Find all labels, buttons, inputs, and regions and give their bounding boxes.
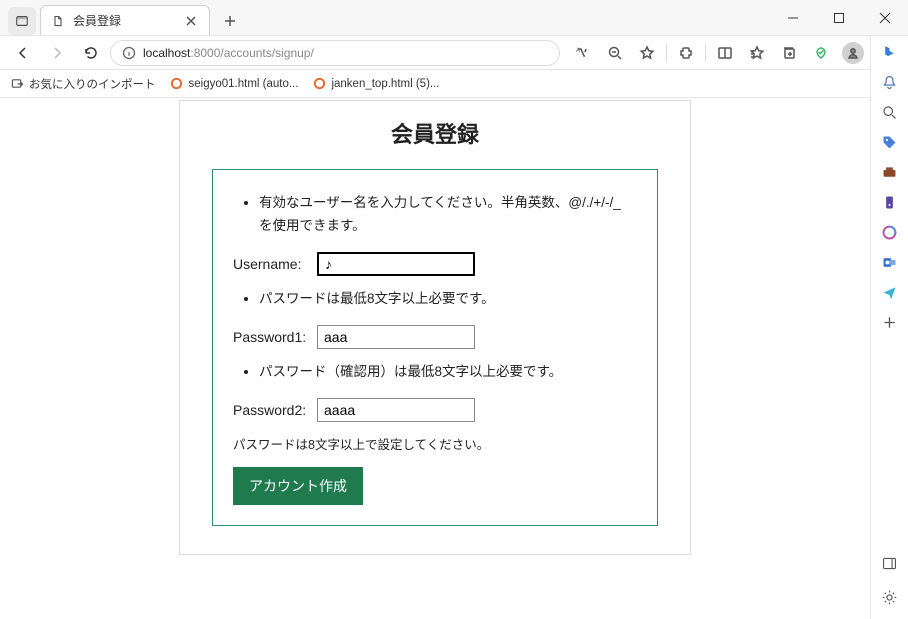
label-password1: Password1: <box>233 329 311 345</box>
read-aloud-icon[interactable]: A <box>568 39 598 67</box>
import-favorites-button[interactable]: お気に入りのインポート <box>10 76 156 92</box>
error-username: 有効なユーザー名を入力してください。半角英数、@/./+/-/_ を使用できます… <box>259 192 637 238</box>
office-icon[interactable] <box>880 222 900 242</box>
favorites-icon[interactable] <box>742 39 772 67</box>
new-tab-button[interactable] <box>216 7 244 35</box>
label-username: Username: <box>233 256 311 272</box>
extensions-icon[interactable] <box>671 39 701 67</box>
refresh-button[interactable] <box>76 39 106 67</box>
browser-toolbar: localhost:8000/accounts/signup/ A <box>0 36 908 70</box>
sidebar-toggle-icon[interactable] <box>880 553 900 573</box>
tab-close-icon[interactable] <box>183 13 199 29</box>
import-icon <box>10 77 24 91</box>
password2-input[interactable] <box>317 398 475 422</box>
profile-avatar[interactable] <box>838 39 868 67</box>
svg-text:A: A <box>576 48 580 54</box>
titlebar: 会員登録 <box>0 0 908 36</box>
add-sidebar-icon[interactable] <box>880 312 900 332</box>
bookmark-label: janken_top.html (5)... <box>331 78 439 90</box>
games-icon[interactable] <box>880 192 900 212</box>
collections-icon[interactable] <box>774 39 804 67</box>
window-close-button[interactable] <box>862 0 908 36</box>
settings-gear-icon[interactable] <box>880 587 900 607</box>
password-help-text: パスワードは8文字以上で設定してください。 <box>233 434 637 453</box>
page-favicon <box>51 14 65 28</box>
bookmark-item-seigyo[interactable]: seigyo01.html (auto... <box>170 77 299 91</box>
shopping-tag-icon[interactable] <box>880 132 900 152</box>
page-viewport: 会員登録 有効なユーザー名を入力してください。半角英数、@/./+/-/_ を使… <box>0 98 870 619</box>
notification-bell-icon[interactable] <box>880 72 900 92</box>
page-heading: 会員登録 <box>180 101 690 169</box>
back-button[interactable] <box>8 39 38 67</box>
tools-icon[interactable] <box>880 162 900 182</box>
password1-input[interactable] <box>317 325 475 349</box>
outlook-icon[interactable] <box>880 252 900 272</box>
error-password1: パスワードは最低8文字以上必要です。 <box>259 288 637 311</box>
file-icon <box>170 77 184 91</box>
browser-essentials-icon[interactable] <box>806 39 836 67</box>
tab-title: 会員登録 <box>73 12 175 29</box>
submit-button[interactable]: アカウント作成 <box>233 467 363 505</box>
signup-card: 会員登録 有効なユーザー名を入力してください。半角英数、@/./+/-/_ を使… <box>179 100 691 555</box>
bookmark-label: seigyo01.html (auto... <box>189 78 299 90</box>
edge-sidebar <box>870 36 908 619</box>
address-bar[interactable]: localhost:8000/accounts/signup/ <box>110 40 560 66</box>
url-text: localhost:8000/accounts/signup/ <box>143 46 549 60</box>
file-icon <box>312 77 326 91</box>
window-maximize-button[interactable] <box>816 0 862 36</box>
window-minimize-button[interactable] <box>770 0 816 36</box>
username-input[interactable] <box>317 252 475 276</box>
bookmarks-bar: お気に入りのインポート seigyo01.html (auto... janke… <box>0 70 908 98</box>
favorite-star-icon[interactable] <box>632 39 662 67</box>
browser-tab[interactable]: 会員登録 <box>40 5 210 35</box>
site-info-icon[interactable] <box>121 45 137 61</box>
forward-button[interactable] <box>42 39 72 67</box>
signup-form: 有効なユーザー名を入力してください。半角英数、@/./+/-/_ を使用できます… <box>212 169 658 526</box>
import-favorites-label: お気に入りのインポート <box>29 76 156 92</box>
bookmark-item-janken[interactable]: janken_top.html (5)... <box>312 77 439 91</box>
error-password2: パスワード（確認用）は最低8文字以上必要です。 <box>259 361 637 384</box>
bing-chat-icon[interactable] <box>880 42 900 62</box>
tab-actions-icon[interactable] <box>8 7 36 35</box>
send-icon[interactable] <box>880 282 900 302</box>
label-password2: Password2: <box>233 402 311 418</box>
split-screen-icon[interactable] <box>710 39 740 67</box>
zoom-icon[interactable] <box>600 39 630 67</box>
search-icon[interactable] <box>880 102 900 122</box>
